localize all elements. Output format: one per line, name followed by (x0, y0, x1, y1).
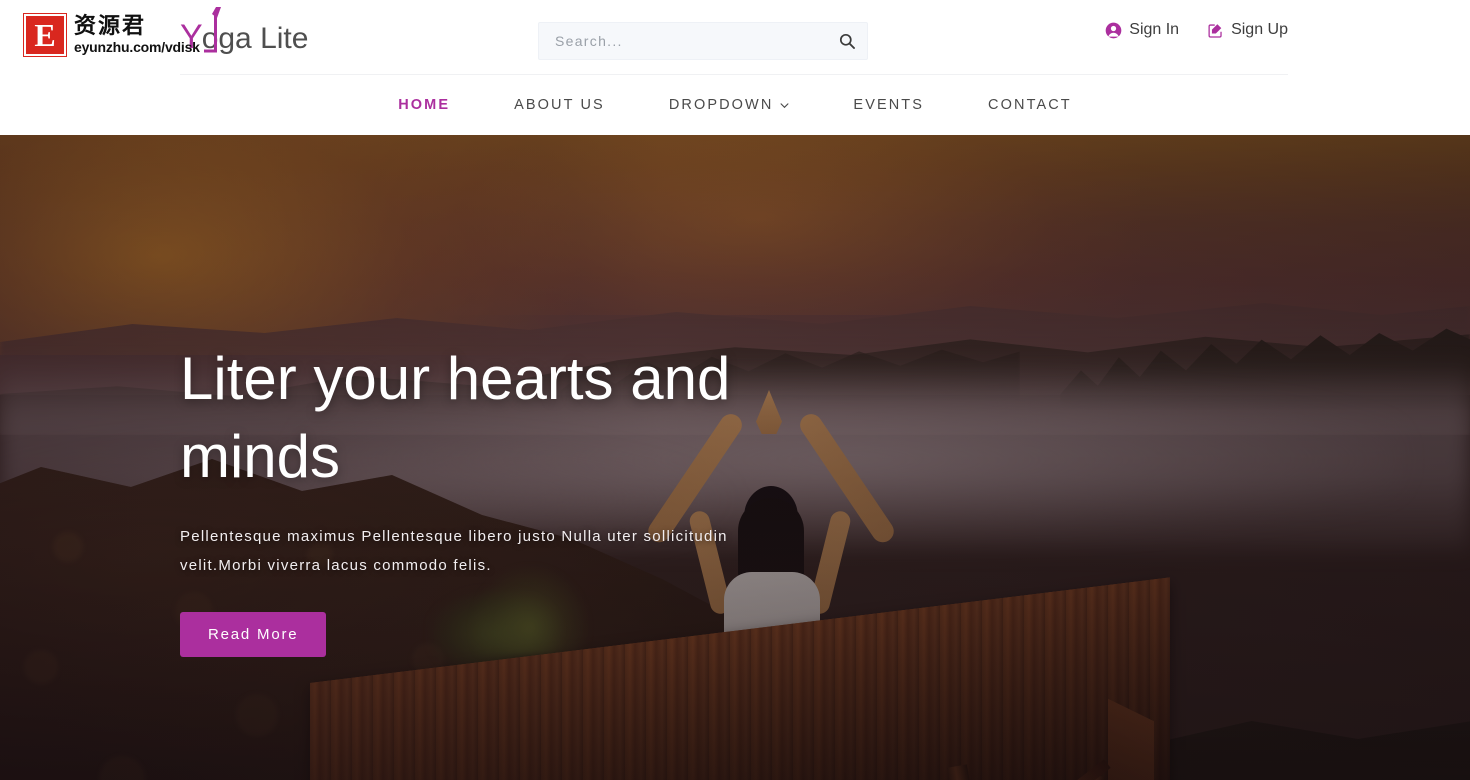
search-icon (839, 33, 855, 49)
sign-in-link[interactable]: Sign In (1105, 21, 1179, 39)
nav-label-about-us: ABOUT US (514, 97, 605, 113)
watermark-letter: E (34, 17, 56, 53)
sign-in-label: Sign In (1129, 21, 1180, 38)
watermark-logo: E 资源君 eyunzhu.com/vdisk (24, 14, 200, 56)
nav-item-home[interactable]: HOME (366, 97, 482, 113)
hero-subtitle: Pellentesque maximus Pellentesque libero… (180, 528, 728, 574)
nav-label-contact: CONTACT (988, 97, 1072, 113)
main-navigation: HOME ABOUT US DROPDOWN EVENTS CONTACT (0, 75, 1470, 135)
user-circle-icon (1105, 22, 1122, 39)
hero-title: Liter your hearts and minds (180, 345, 731, 490)
nav-item-about-us[interactable]: ABOUT US (482, 97, 637, 113)
nav-item-contact[interactable]: CONTACT (956, 97, 1104, 113)
watermark-e-badge: E (24, 14, 66, 56)
nav-label-dropdown: DROPDOWN (668, 97, 774, 113)
nav-label-events: EVENTS (853, 97, 925, 113)
sign-up-label: Sign Up (1231, 21, 1288, 38)
watermark-y-mark (204, 7, 221, 53)
chevron-down-icon (780, 101, 789, 111)
account-links: Sign In Sign Up (1105, 21, 1288, 39)
hero-content: Liter your hearts and minds Pellentesque… (180, 340, 880, 657)
sign-up-link[interactable]: Sign Up (1207, 21, 1288, 39)
search-input[interactable] (539, 33, 827, 49)
nav-item-dropdown[interactable]: DROPDOWN (637, 97, 822, 113)
pencil-square-icon (1207, 22, 1224, 39)
nav-item-events[interactable]: EVENTS (821, 97, 956, 113)
watermark-chinese: 资源君 (74, 14, 147, 39)
watermark-text: 资源君 eyunzhu.com/vdisk (74, 14, 200, 55)
header-divider (180, 74, 1288, 75)
nav-label-home: HOME (398, 97, 451, 113)
hero-section: Liter your hearts and minds Pellentesque… (0, 135, 1470, 780)
search-box[interactable] (538, 22, 868, 60)
search-button[interactable] (827, 23, 867, 59)
watermark-url: eyunzhu.com/vdisk (74, 39, 200, 55)
read-more-button[interactable]: Read More (180, 612, 327, 657)
